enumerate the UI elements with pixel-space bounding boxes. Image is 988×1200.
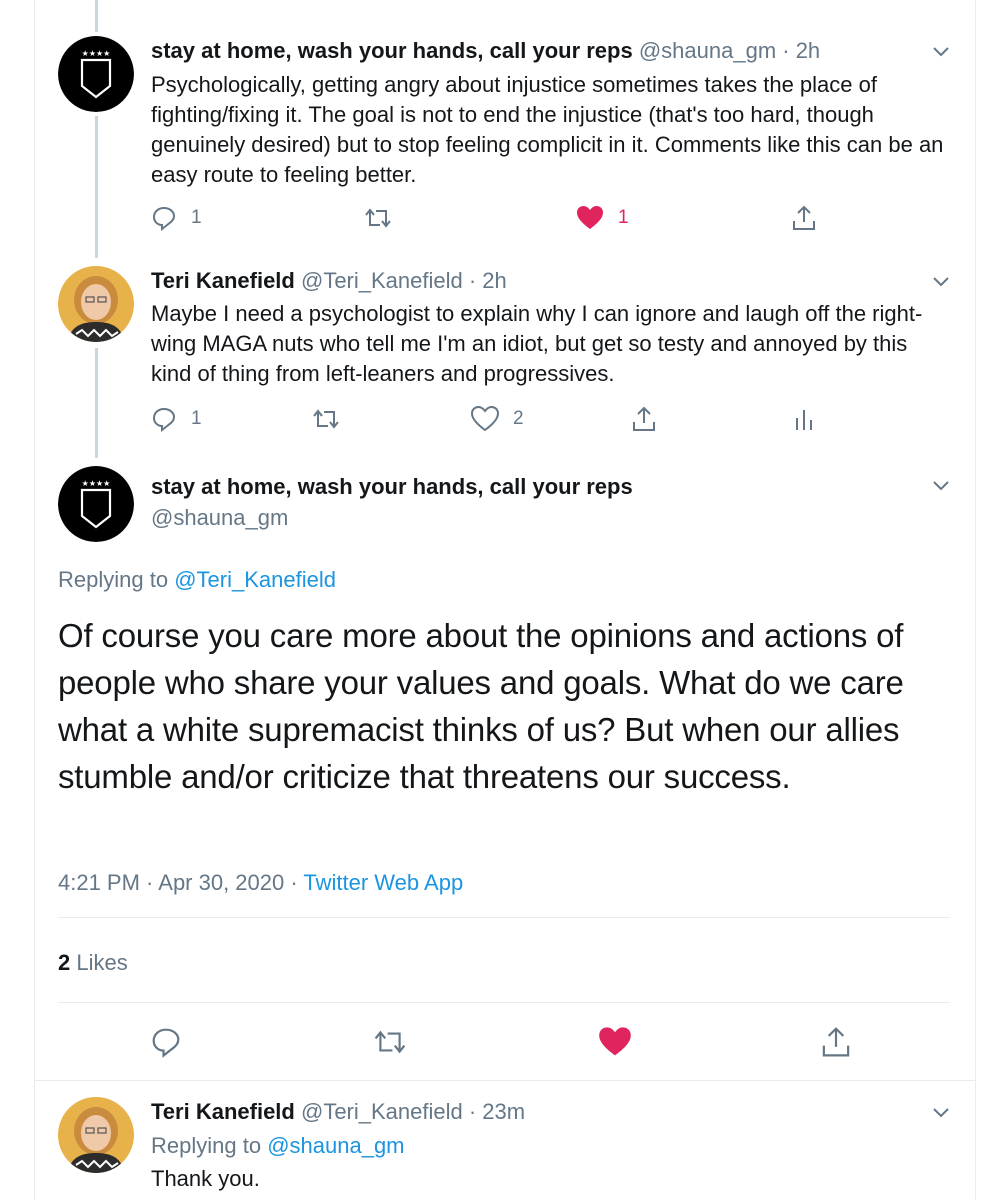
reply-icon <box>152 1028 180 1058</box>
like-icon <box>471 406 499 432</box>
tweet-header: Teri Kanefield @Teri_Kanefield · 23m <box>151 1099 525 1125</box>
author-handle-time[interactable]: @shauna_gm · 2h <box>639 38 820 63</box>
like-count: 1 <box>618 207 629 228</box>
reply-count: 1 <box>191 408 202 429</box>
replying-to: Replying to @Teri_Kanefield <box>58 567 336 593</box>
replying-to-link[interactable]: @Teri_Kanefield <box>174 567 336 592</box>
reply-count: 1 <box>191 207 202 228</box>
share-button[interactable] <box>791 201 817 235</box>
reply-button[interactable]: 1 <box>151 402 202 436</box>
tweet-timestamp: 4:21 PM · Apr 30, 2020 · Twitter Web App <box>58 870 463 896</box>
divider <box>58 1002 950 1003</box>
like-icon <box>577 206 603 229</box>
retweet-button[interactable] <box>363 201 393 235</box>
reply-icon <box>152 206 176 231</box>
tweet-text: Psychologically, getting angry about inj… <box>151 72 944 187</box>
author-handle[interactable]: @shauna_gm <box>151 505 288 531</box>
author-name[interactable]: stay at home, wash your hands, call your… <box>151 474 633 500</box>
svg-text:★★★★: ★★★★ <box>82 479 111 488</box>
replying-to-link[interactable]: @shauna_gm <box>267 1133 404 1158</box>
chevron-down-icon[interactable] <box>930 40 952 62</box>
like-icon <box>599 1027 631 1056</box>
reply-icon <box>152 407 176 432</box>
author-name[interactable]: stay at home, wash your hands, call your… <box>151 38 633 63</box>
share-button[interactable] <box>820 1022 852 1062</box>
retweet-button[interactable] <box>311 402 341 436</box>
like-button[interactable]: 1 <box>576 201 629 235</box>
retweet-icon <box>313 409 339 429</box>
share-icon <box>793 205 815 230</box>
analytics-icon <box>796 410 812 430</box>
retweet-icon <box>374 1030 406 1054</box>
svg-text:★★★★: ★★★★ <box>82 49 111 58</box>
replying-label: Replying to <box>58 567 169 592</box>
tweet-header: stay at home, wash your hands, call your… <box>151 38 820 64</box>
shield-avatar[interactable]: ★★★★ <box>58 466 134 542</box>
share-button[interactable] <box>631 402 657 436</box>
replying-label: Replying to <box>151 1133 262 1158</box>
divider <box>58 917 950 918</box>
likes-count: 2 <box>58 950 71 975</box>
share-icon <box>633 406 655 431</box>
like-count: 2 <box>513 408 524 429</box>
chevron-down-icon[interactable] <box>930 1101 952 1123</box>
thread-line-1 <box>95 116 98 258</box>
tweet-source-link[interactable]: Twitter Web App <box>303 870 463 895</box>
author-handle-time[interactable]: @Teri_Kanefield · 23m <box>301 1099 525 1124</box>
profile-photo-avatar[interactable] <box>58 1097 134 1173</box>
reply-button[interactable] <box>150 1022 182 1062</box>
profile-photo-avatar[interactable] <box>58 266 134 342</box>
author-name[interactable]: Teri Kanefield <box>151 1099 295 1124</box>
main-tweet-actions <box>150 1022 870 1062</box>
likes-label: Likes <box>70 950 128 975</box>
tweet-actions: 1 2 <box>151 402 851 436</box>
replying-to: Replying to @shauna_gm <box>151 1133 405 1159</box>
thread-line-2 <box>95 348 98 458</box>
tweet-text: Maybe I need a psychologist to explain w… <box>151 301 923 386</box>
chevron-down-icon[interactable] <box>930 474 952 496</box>
shield-avatar[interactable]: ★★★★ <box>58 36 134 112</box>
thread-line-top <box>95 0 98 32</box>
analytics-button[interactable] <box>793 402 815 436</box>
like-button[interactable] <box>598 1022 632 1062</box>
retweet-button[interactable] <box>372 1022 408 1062</box>
like-button[interactable]: 2 <box>471 402 524 436</box>
tweet-header: Teri Kanefield @Teri_Kanefield · 2h <box>151 268 507 294</box>
likes-summary[interactable]: 2 Likes <box>58 950 128 976</box>
author-handle-time[interactable]: @Teri_Kanefield · 2h <box>301 268 507 293</box>
author-name[interactable]: Teri Kanefield <box>151 268 295 293</box>
retweet-icon <box>365 208 391 228</box>
main-tweet-text: Of course you care more about the opinio… <box>58 617 904 795</box>
chevron-down-icon[interactable] <box>930 270 952 292</box>
tweet-text: Thank you. <box>151 1166 260 1191</box>
divider <box>34 1080 976 1081</box>
tweet-time[interactable]: 4:21 PM · Apr 30, 2020 · <box>58 870 303 895</box>
reply-button[interactable]: 1 <box>151 201 202 235</box>
share-icon <box>822 1027 850 1057</box>
tweet-actions: 1 1 <box>151 201 851 235</box>
